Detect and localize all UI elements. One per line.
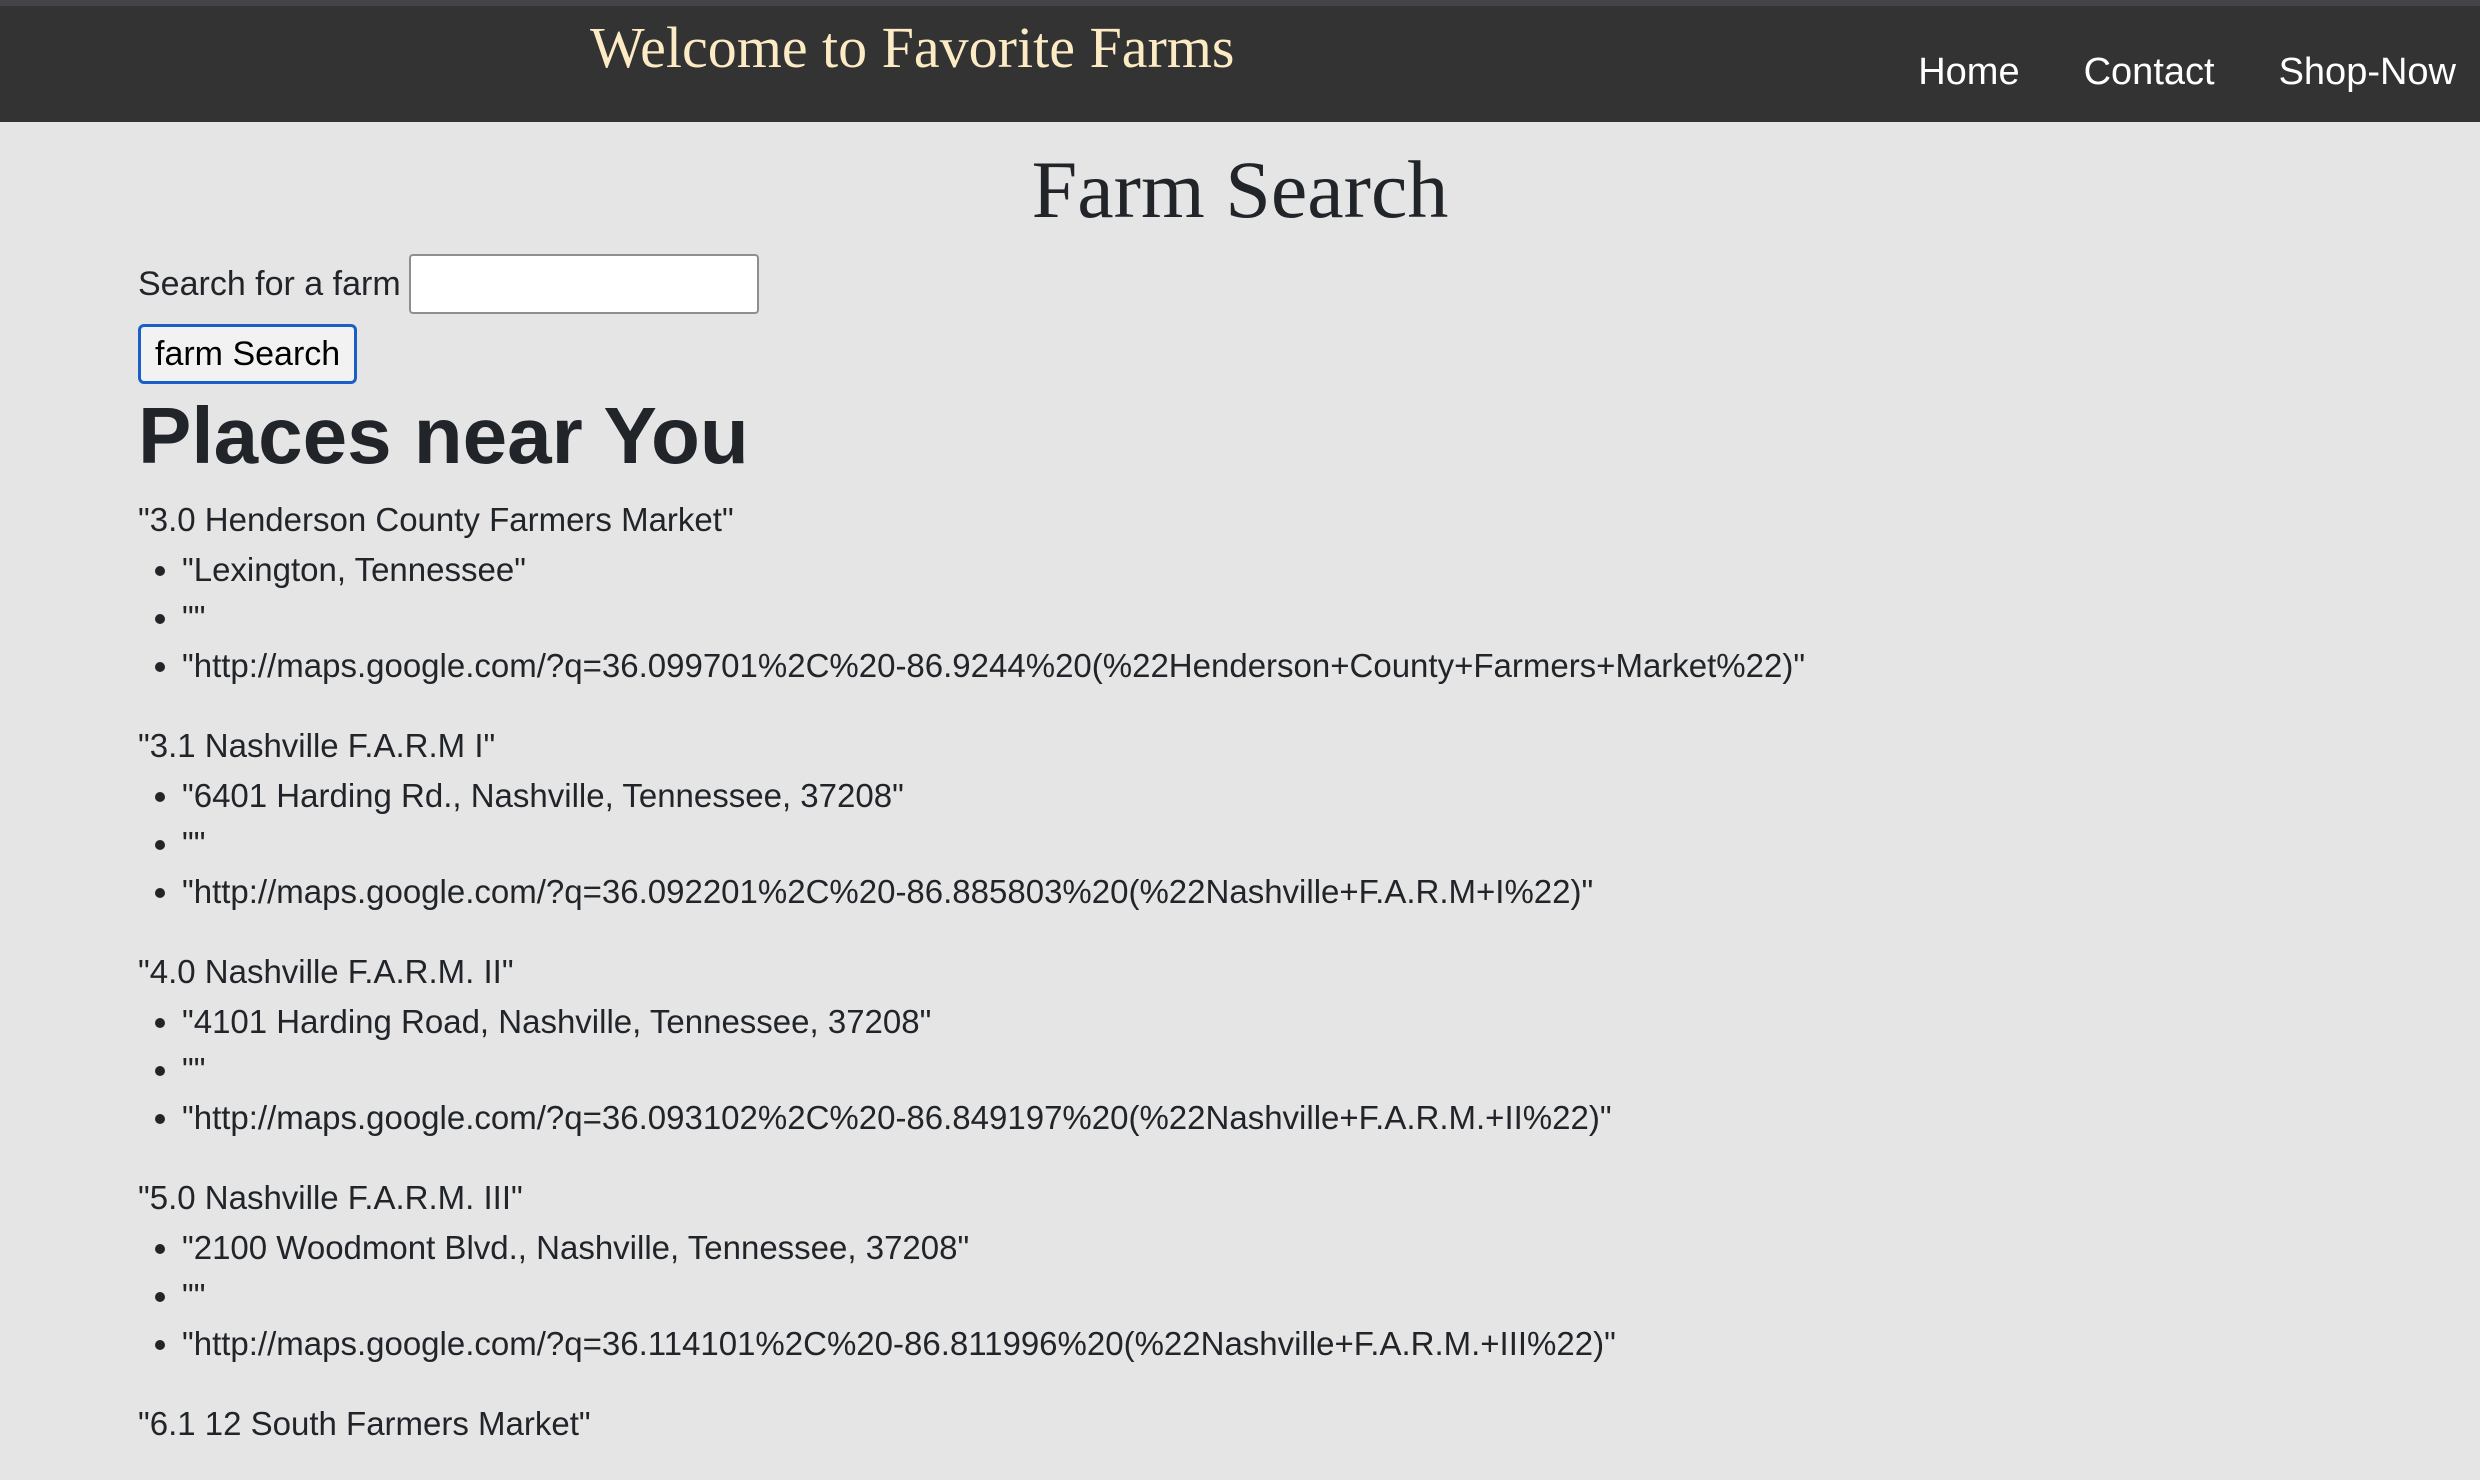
farm-search-form: Search for a farm: [138, 254, 759, 314]
place-item: "6.1 12 South Farmers Market": [138, 1398, 2438, 1450]
places-list: "3.0 Henderson County Farmers Market" "L…: [138, 494, 2438, 1480]
nav-link-contact[interactable]: Contact: [2084, 44, 2215, 100]
place-address: "Lexington, Tennessee": [182, 546, 2438, 594]
site-brand-title: Welcome to Favorite Farms: [590, 15, 1235, 80]
place-address: "2100 Woodmont Blvd., Nashville, Tenness…: [182, 1224, 2438, 1272]
nav-link-home[interactable]: Home: [1918, 44, 2019, 100]
place-note: "": [182, 1272, 2438, 1320]
farm-search-button[interactable]: farm Search: [138, 324, 358, 384]
place-name: "5.0 Nashville F.A.R.M. III": [138, 1179, 523, 1216]
search-label: Search for a farm: [138, 265, 401, 303]
place-details: "4101 Harding Road, Nashville, Tennessee…: [138, 998, 2438, 1142]
place-address: "4101 Harding Road, Nashville, Tennessee…: [182, 998, 2438, 1046]
place-map-url: "http://maps.google.com/?q=36.092201%2C%…: [182, 868, 2438, 916]
top-navbar: Welcome to Favorite Farms Home Contact S…: [0, 0, 2480, 122]
place-name: "6.1 12 South Farmers Market": [138, 1405, 591, 1442]
place-map-url: "http://maps.google.com/?q=36.114101%2C%…: [182, 1320, 2438, 1368]
place-map-url: "http://maps.google.com/?q=36.099701%2C%…: [182, 642, 2438, 690]
place-details: "2100 Woodmont Blvd., Nashville, Tenness…: [138, 1224, 2438, 1368]
place-map-url: "http://maps.google.com/?q=36.093102%2C%…: [182, 1094, 2438, 1142]
place-note: "": [182, 594, 2438, 642]
places-near-you-heading: Places near You: [138, 391, 749, 480]
place-item: "3.1 Nashville F.A.R.M I" "6401 Harding …: [138, 720, 2438, 916]
place-note: "": [182, 820, 2438, 868]
place-item: "5.0 Nashville F.A.R.M. III" "2100 Woodm…: [138, 1172, 2438, 1368]
place-name: "4.0 Nashville F.A.R.M. II": [138, 953, 514, 990]
place-item: "3.0 Henderson County Farmers Market" "L…: [138, 494, 2438, 690]
nav-link-shop-now[interactable]: Shop-Now: [2279, 44, 2456, 100]
place-name: "3.1 Nashville F.A.R.M I": [138, 727, 496, 764]
place-address: "6401 Harding Rd., Nashville, Tennessee,…: [182, 772, 2438, 820]
place-details: "6401 Harding Rd., Nashville, Tennessee,…: [138, 772, 2438, 916]
farm-search-input[interactable]: [408, 254, 759, 314]
nav-links: Home Contact Shop-Now: [1918, 44, 2456, 100]
place-note: "": [182, 1046, 2438, 1094]
page-title: Farm Search: [1031, 144, 1449, 235]
place-details: "Lexington, Tennessee" "" "http://maps.g…: [138, 546, 2438, 690]
place-item: "4.0 Nashville F.A.R.M. II" "4101 Hardin…: [138, 946, 2438, 1142]
place-name: "3.0 Henderson County Farmers Market": [138, 501, 734, 538]
